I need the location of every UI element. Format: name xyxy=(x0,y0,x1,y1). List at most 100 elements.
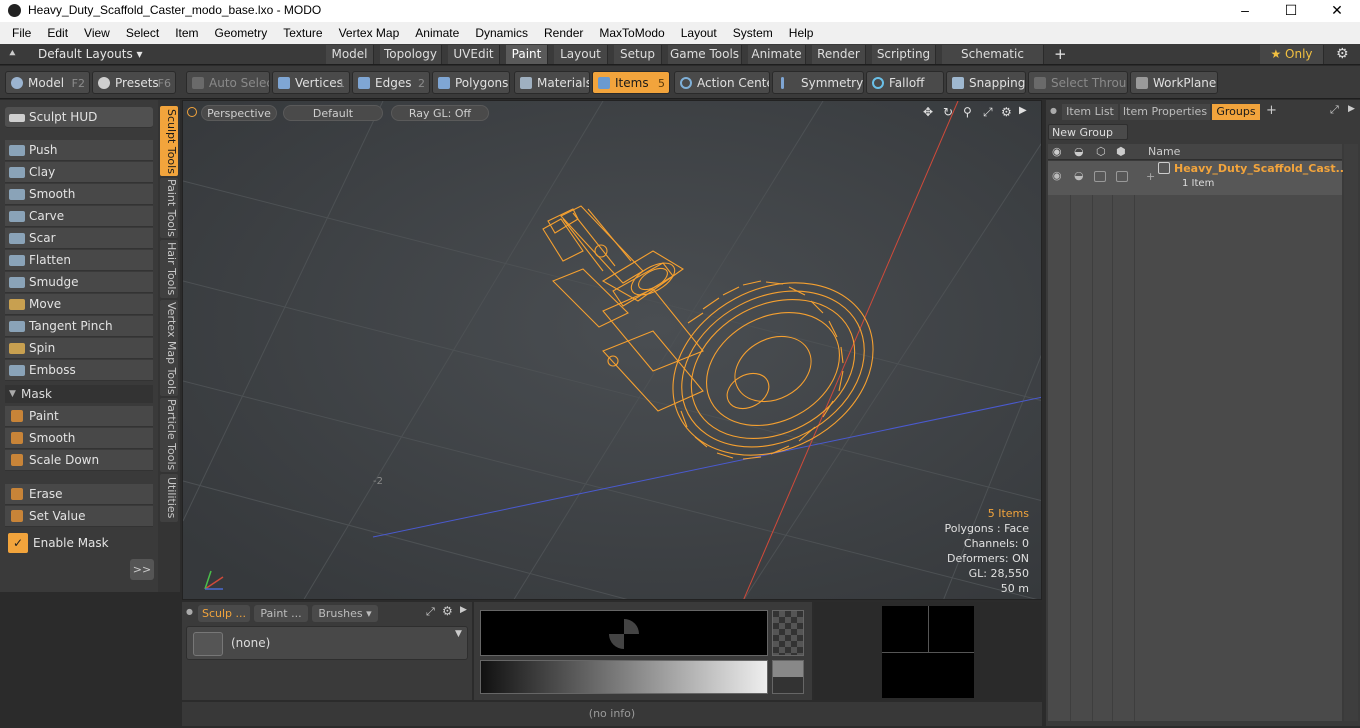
vtab-hair-tools[interactable]: Hair Tools xyxy=(160,240,178,298)
brush-preset-dropdown[interactable]: (none) ▼ xyxy=(186,626,468,660)
enable-mask-checkbox[interactable]: ✓ Enable Mask xyxy=(5,532,153,554)
tool-tangent-pinch[interactable]: Tangent Pinch xyxy=(5,316,153,337)
tab-topology[interactable]: Topology xyxy=(380,45,442,64)
pan-icon[interactable]: ✥ xyxy=(923,105,933,119)
sculpt-hud-button[interactable]: Sculpt HUD xyxy=(5,107,153,128)
maximize-button[interactable]: ☐ xyxy=(1268,0,1314,22)
menu-item[interactable]: Item xyxy=(167,26,206,40)
group-lock-checkbox[interactable] xyxy=(1094,171,1106,182)
groups-scrollbar[interactable] xyxy=(1344,144,1358,721)
mask-erase[interactable]: Erase xyxy=(5,484,153,505)
tab-paint-brush[interactable]: Paint ... xyxy=(254,605,308,622)
menu-texture[interactable]: Texture xyxy=(275,26,330,40)
menu-vertex-map[interactable]: Vertex Map xyxy=(331,26,408,40)
menu-view[interactable]: View xyxy=(76,26,118,40)
tab-brushes[interactable]: Brushes ▾ xyxy=(312,605,378,622)
layout-menu-icon[interactable]: ⯅ xyxy=(8,47,17,61)
menu-layout[interactable]: Layout xyxy=(673,26,725,40)
menu-maxtomodo[interactable]: MaxToModo xyxy=(591,26,672,40)
tool-smudge[interactable]: Smudge xyxy=(5,272,153,293)
menu-animate[interactable]: Animate xyxy=(407,26,467,40)
menu-system[interactable]: System xyxy=(725,26,781,40)
gear-icon[interactable]: ⚙ xyxy=(1336,46,1349,62)
snapping-button[interactable]: Snapping xyxy=(946,71,1026,94)
menu-dynamics[interactable]: Dynamics xyxy=(467,26,536,40)
select-through-button[interactable]: Select Through xyxy=(1028,71,1128,94)
only-toggle[interactable]: ★ Only xyxy=(1260,45,1324,64)
mask-scale-down[interactable]: Scale Down xyxy=(5,450,153,471)
viewport-gear-icon[interactable]: ⚙ xyxy=(1001,105,1012,119)
tool-move[interactable]: Move xyxy=(5,294,153,315)
vtab-utilities[interactable]: Utilities xyxy=(160,474,178,522)
tab-paint[interactable]: Paint xyxy=(506,45,548,64)
right-panel-maximize-icon[interactable]: ⤢ xyxy=(1330,103,1339,117)
visibility-column-icon[interactable]: ◉ xyxy=(1052,145,1062,158)
render-column-icon[interactable]: ◒ xyxy=(1074,145,1084,158)
stencil-swatch[interactable] xyxy=(772,610,804,656)
brush-panel-arrow-icon[interactable]: ▶ xyxy=(460,605,467,615)
select-column-icon[interactable]: ⬢ xyxy=(1116,145,1126,158)
group-select-checkbox[interactable] xyxy=(1116,171,1128,182)
menu-help[interactable]: Help xyxy=(781,26,822,40)
add-layout-button[interactable]: + xyxy=(1054,45,1067,63)
mask-section-header[interactable]: ▼ Mask xyxy=(5,385,153,403)
add-tab-button[interactable]: + xyxy=(1266,103,1277,118)
tab-sculpt-brush[interactable]: Sculp ... xyxy=(198,605,250,622)
lock-column-icon[interactable]: ⬡ xyxy=(1096,145,1106,158)
tab-setup[interactable]: Setup xyxy=(614,45,662,64)
group-visibility-icon[interactable]: ◉ xyxy=(1052,169,1062,182)
tab-render[interactable]: Render xyxy=(812,45,866,64)
tab-scripting[interactable]: Scripting xyxy=(872,45,936,64)
falloff-button[interactable]: Falloff xyxy=(866,71,944,94)
close-button[interactable]: ✕ xyxy=(1314,0,1360,22)
tab-model[interactable]: Model xyxy=(326,45,374,64)
shading-dropdown[interactable]: Default xyxy=(283,105,383,121)
tool-push[interactable]: Push xyxy=(5,140,153,161)
minimize-button[interactable]: – xyxy=(1222,0,1268,22)
rotate-icon[interactable]: ↻ xyxy=(943,105,953,119)
tab-item-list[interactable]: Item List xyxy=(1062,104,1118,120)
brush-panel-gear-icon[interactable]: ⚙ xyxy=(442,604,453,618)
menu-file[interactable]: File xyxy=(4,26,39,40)
expand-group-icon[interactable]: + xyxy=(1146,170,1155,183)
tab-schematic-fusion[interactable]: Schematic Fusion xyxy=(942,45,1044,80)
panel-options-icon[interactable]: ● xyxy=(186,607,193,616)
polygons-button[interactable]: Polygons xyxy=(432,71,510,94)
menu-select[interactable]: Select xyxy=(118,26,167,40)
vtab-particle-tools[interactable]: Particle Tools xyxy=(160,398,178,472)
mask-set-value[interactable]: Set Value xyxy=(5,506,153,527)
vertices-button[interactable]: Vertices 1 xyxy=(272,71,350,94)
workplane-button[interactable]: WorkPlane xyxy=(1130,71,1218,94)
zoom-icon[interactable]: ⚲ xyxy=(963,105,972,119)
symmetry-button[interactable]: Symmetry xyxy=(772,71,864,94)
ray-gl-toggle[interactable]: Ray GL: Off xyxy=(391,105,489,121)
brush-panel-maximize-icon[interactable]: ⤢ xyxy=(426,605,435,619)
vtab-vertex-map-tools[interactable]: Vertex Map Tools xyxy=(160,300,178,396)
view-mode-dropdown[interactable]: Perspective xyxy=(201,105,277,121)
menu-edit[interactable]: Edit xyxy=(39,26,76,40)
mask-paint[interactable]: Paint xyxy=(5,406,153,427)
default-layouts-dropdown[interactable]: Default Layouts ▾ xyxy=(38,47,143,61)
vtab-paint-tools[interactable]: Paint Tools xyxy=(160,178,178,238)
group-render-icon[interactable]: ◒ xyxy=(1074,169,1084,182)
viewport-options-icon[interactable] xyxy=(187,107,197,117)
tool-spin[interactable]: Spin xyxy=(5,338,153,359)
menu-render[interactable]: Render xyxy=(536,26,591,40)
name-column-header[interactable]: Name xyxy=(1148,145,1180,158)
menu-geometry[interactable]: Geometry xyxy=(207,26,276,40)
items-button[interactable]: Items 5 xyxy=(592,71,670,94)
right-panel-arrow-icon[interactable]: ▶ xyxy=(1348,104,1355,114)
tool-emboss[interactable]: Emboss xyxy=(5,360,153,381)
tab-groups[interactable]: Groups xyxy=(1212,104,1260,120)
tool-scar[interactable]: Scar xyxy=(5,228,153,249)
right-panel-options-icon[interactable]: ● xyxy=(1050,106,1057,115)
tab-uvedit[interactable]: UVEdit xyxy=(448,45,500,64)
new-group-button[interactable]: New Group xyxy=(1048,124,1128,140)
tab-animate[interactable]: Animate xyxy=(748,45,806,64)
expand-button[interactable]: >> xyxy=(130,559,154,580)
edges-button[interactable]: Edges 2 xyxy=(352,71,430,94)
tool-smooth[interactable]: Smooth xyxy=(5,184,153,205)
3d-viewport[interactable]: -2 Perspective Default Ray GL: Off ✥ ↻ ⚲… xyxy=(182,100,1042,600)
materials-button[interactable]: Materials xyxy=(514,71,590,94)
vtab-sculpt-tools[interactable]: Sculpt Tools xyxy=(160,106,178,176)
